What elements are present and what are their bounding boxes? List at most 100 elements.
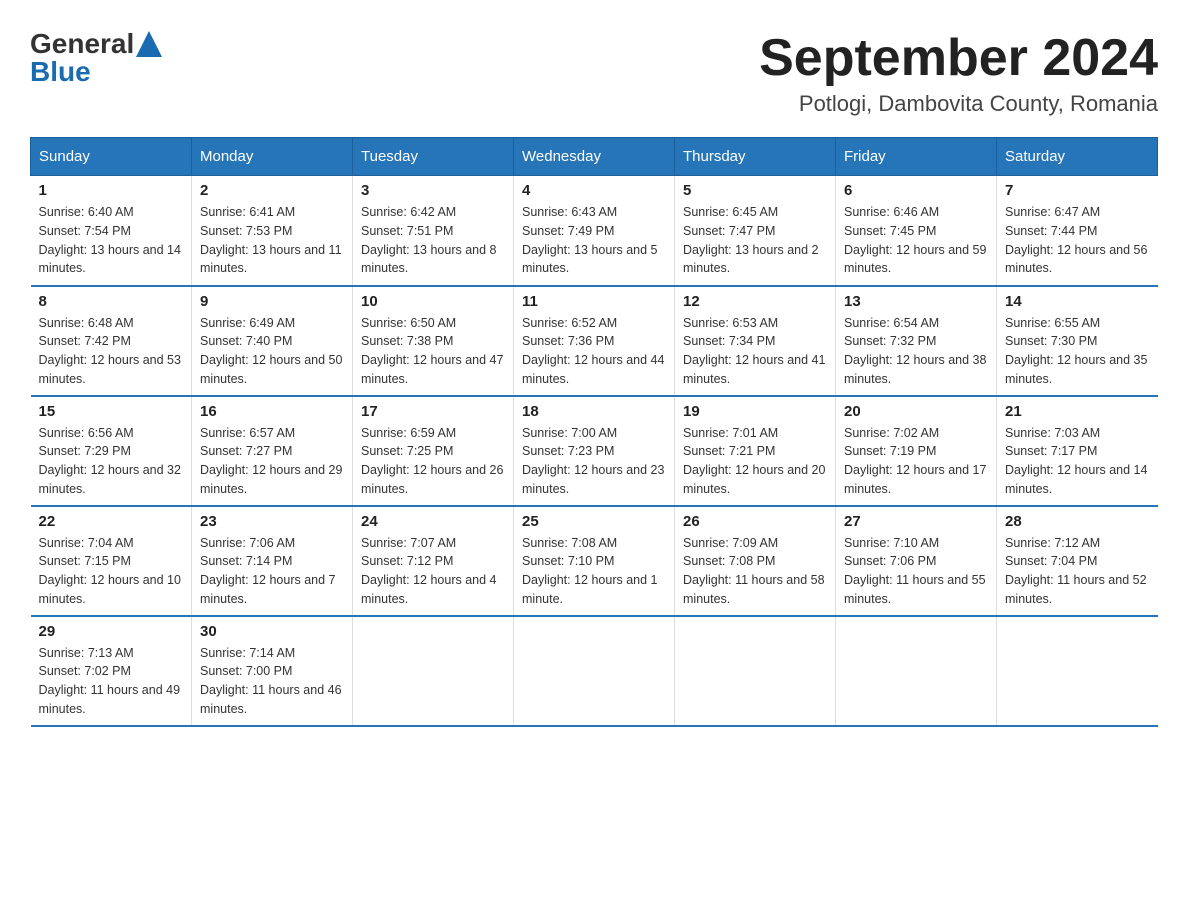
weekday-header-thursday: Thursday bbox=[675, 138, 836, 176]
logo: General bbox=[30, 30, 164, 58]
day-cell-18: 18 Sunrise: 7:00 AMSunset: 7:23 PMDayligh… bbox=[514, 396, 675, 506]
day-number: 18 bbox=[522, 403, 666, 420]
day-cell-15: 15 Sunrise: 6:56 AMSunset: 7:29 PMDayligh… bbox=[31, 396, 192, 506]
day-cell-10: 10 Sunrise: 6:50 AMSunset: 7:38 PMDayligh… bbox=[353, 286, 514, 396]
day-info: Sunrise: 6:57 AMSunset: 7:27 PMDaylight:… bbox=[200, 424, 344, 499]
empty-cell bbox=[836, 616, 997, 726]
day-number: 27 bbox=[844, 513, 988, 530]
day-cell-16: 16 Sunrise: 6:57 AMSunset: 7:27 PMDayligh… bbox=[192, 396, 353, 506]
day-number: 17 bbox=[361, 403, 505, 420]
day-number: 4 bbox=[522, 182, 666, 199]
day-cell-11: 11 Sunrise: 6:52 AMSunset: 7:36 PMDayligh… bbox=[514, 286, 675, 396]
day-info: Sunrise: 7:07 AMSunset: 7:12 PMDaylight:… bbox=[361, 534, 505, 609]
day-cell-21: 21Sunrise: 7:03 AMSunset: 7:17 PMDayligh… bbox=[997, 396, 1158, 506]
day-number: 6 bbox=[844, 182, 988, 199]
day-number: 7 bbox=[1005, 182, 1150, 199]
day-info: Sunrise: 6:43 AMSunset: 7:49 PMDaylight:… bbox=[522, 203, 666, 278]
day-info: Sunrise: 6:50 AMSunset: 7:38 PMDaylight:… bbox=[361, 314, 505, 389]
day-cell-7: 7 Sunrise: 6:47 AMSunset: 7:44 PMDaylight… bbox=[997, 176, 1158, 286]
week-row-3: 15 Sunrise: 6:56 AMSunset: 7:29 PMDayligh… bbox=[31, 396, 1158, 506]
day-info: Sunrise: 6:42 AMSunset: 7:51 PMDaylight:… bbox=[361, 203, 505, 278]
weekday-header-saturday: Saturday bbox=[997, 138, 1158, 176]
day-cell-8: 8 Sunrise: 6:48 AMSunset: 7:42 PMDaylight… bbox=[31, 286, 192, 396]
day-info: Sunrise: 6:45 AMSunset: 7:47 PMDaylight:… bbox=[683, 203, 827, 278]
day-cell-9: 9Sunrise: 6:49 AMSunset: 7:40 PMDaylight… bbox=[192, 286, 353, 396]
day-info: Sunrise: 6:46 AMSunset: 7:45 PMDaylight:… bbox=[844, 203, 988, 278]
day-info: Sunrise: 6:52 AMSunset: 7:36 PMDaylight:… bbox=[522, 314, 666, 389]
day-cell-22: 22 Sunrise: 7:04 AMSunset: 7:15 PMDayligh… bbox=[31, 506, 192, 616]
day-number: 29 bbox=[39, 623, 184, 640]
day-cell-23: 23 Sunrise: 7:06 AMSunset: 7:14 PMDayligh… bbox=[192, 506, 353, 616]
day-cell-29: 29Sunrise: 7:13 AMSunset: 7:02 PMDayligh… bbox=[31, 616, 192, 726]
day-number: 5 bbox=[683, 182, 827, 199]
day-info: Sunrise: 6:55 AMSunset: 7:30 PMDaylight:… bbox=[1005, 314, 1150, 389]
empty-cell bbox=[997, 616, 1158, 726]
day-cell-30: 30Sunrise: 7:14 AMSunset: 7:00 PMDayligh… bbox=[192, 616, 353, 726]
day-info: Sunrise: 6:48 AMSunset: 7:42 PMDaylight:… bbox=[39, 314, 184, 389]
day-cell-2: 2Sunrise: 6:41 AMSunset: 7:53 PMDaylight… bbox=[192, 176, 353, 286]
day-info: Sunrise: 6:47 AMSunset: 7:44 PMDaylight:… bbox=[1005, 203, 1150, 278]
day-number: 25 bbox=[522, 513, 666, 530]
title-area: September 2024 Potlogi, Dambovita County… bbox=[759, 30, 1158, 117]
day-info: Sunrise: 7:08 AMSunset: 7:10 PMDaylight:… bbox=[522, 534, 666, 609]
empty-cell bbox=[675, 616, 836, 726]
logo-triangle-icon bbox=[136, 31, 162, 57]
day-cell-17: 17 Sunrise: 6:59 AMSunset: 7:25 PMDayligh… bbox=[353, 396, 514, 506]
day-cell-25: 25 Sunrise: 7:08 AMSunset: 7:10 PMDayligh… bbox=[514, 506, 675, 616]
day-number: 13 bbox=[844, 293, 988, 310]
day-number: 30 bbox=[200, 623, 344, 640]
day-number: 28 bbox=[1005, 513, 1150, 530]
calendar-title: September 2024 bbox=[759, 30, 1158, 87]
empty-cell bbox=[353, 616, 514, 726]
day-number: 11 bbox=[522, 293, 666, 310]
day-number: 16 bbox=[200, 403, 344, 420]
day-number: 15 bbox=[39, 403, 184, 420]
day-info: Sunrise: 7:01 AMSunset: 7:21 PMDaylight:… bbox=[683, 424, 827, 499]
day-info: Sunrise: 7:10 AMSunset: 7:06 PMDaylight:… bbox=[844, 534, 988, 609]
day-cell-13: 13 Sunrise: 6:54 AMSunset: 7:32 PMDayligh… bbox=[836, 286, 997, 396]
day-number: 10 bbox=[361, 293, 505, 310]
day-cell-14: 14Sunrise: 6:55 AMSunset: 7:30 PMDayligh… bbox=[997, 286, 1158, 396]
logo-blue-text: Blue bbox=[30, 56, 91, 87]
day-info: Sunrise: 6:54 AMSunset: 7:32 PMDaylight:… bbox=[844, 314, 988, 389]
day-number: 1 bbox=[39, 182, 184, 199]
week-row-4: 22 Sunrise: 7:04 AMSunset: 7:15 PMDayligh… bbox=[31, 506, 1158, 616]
day-info: Sunrise: 7:04 AMSunset: 7:15 PMDaylight:… bbox=[39, 534, 184, 609]
day-number: 26 bbox=[683, 513, 827, 530]
day-info: Sunrise: 7:06 AMSunset: 7:14 PMDaylight:… bbox=[200, 534, 344, 609]
day-cell-4: 4 Sunrise: 6:43 AMSunset: 7:49 PMDaylight… bbox=[514, 176, 675, 286]
day-number: 24 bbox=[361, 513, 505, 530]
day-number: 22 bbox=[39, 513, 184, 530]
weekday-header-monday: Monday bbox=[192, 138, 353, 176]
day-number: 12 bbox=[683, 293, 827, 310]
weekday-header-wednesday: Wednesday bbox=[514, 138, 675, 176]
day-info: Sunrise: 6:40 AMSunset: 7:54 PMDaylight:… bbox=[39, 203, 184, 278]
day-info: Sunrise: 7:00 AMSunset: 7:23 PMDaylight:… bbox=[522, 424, 666, 499]
day-info: Sunrise: 7:02 AMSunset: 7:19 PMDaylight:… bbox=[844, 424, 988, 499]
empty-cell bbox=[514, 616, 675, 726]
day-info: Sunrise: 7:03 AMSunset: 7:17 PMDaylight:… bbox=[1005, 424, 1150, 499]
weekday-header-tuesday: Tuesday bbox=[353, 138, 514, 176]
day-info: Sunrise: 6:49 AMSunset: 7:40 PMDaylight:… bbox=[200, 314, 344, 389]
day-cell-19: 19Sunrise: 7:01 AMSunset: 7:21 PMDayligh… bbox=[675, 396, 836, 506]
day-cell-24: 24 Sunrise: 7:07 AMSunset: 7:12 PMDayligh… bbox=[353, 506, 514, 616]
day-cell-6: 6 Sunrise: 6:46 AMSunset: 7:45 PMDaylight… bbox=[836, 176, 997, 286]
day-cell-5: 5 Sunrise: 6:45 AMSunset: 7:47 PMDaylight… bbox=[675, 176, 836, 286]
day-number: 23 bbox=[200, 513, 344, 530]
day-info: Sunrise: 6:53 AMSunset: 7:34 PMDaylight:… bbox=[683, 314, 827, 389]
triangle-svg bbox=[136, 31, 162, 57]
day-info: Sunrise: 7:09 AMSunset: 7:08 PMDaylight:… bbox=[683, 534, 827, 609]
day-cell-27: 27 Sunrise: 7:10 AMSunset: 7:06 PMDayligh… bbox=[836, 506, 997, 616]
day-cell-20: 20Sunrise: 7:02 AMSunset: 7:19 PMDayligh… bbox=[836, 396, 997, 506]
day-number: 8 bbox=[39, 293, 184, 310]
calendar-table: SundayMondayTuesdayWednesdayThursdayFrid… bbox=[30, 137, 1158, 727]
day-cell-28: 28Sunrise: 7:12 AMSunset: 7:04 PMDayligh… bbox=[997, 506, 1158, 616]
day-info: Sunrise: 6:56 AMSunset: 7:29 PMDaylight:… bbox=[39, 424, 184, 499]
day-number: 2 bbox=[200, 182, 344, 199]
day-cell-12: 12 Sunrise: 6:53 AMSunset: 7:34 PMDayligh… bbox=[675, 286, 836, 396]
week-row-2: 8 Sunrise: 6:48 AMSunset: 7:42 PMDaylight… bbox=[31, 286, 1158, 396]
day-number: 3 bbox=[361, 182, 505, 199]
day-cell-3: 3 Sunrise: 6:42 AMSunset: 7:51 PMDaylight… bbox=[353, 176, 514, 286]
day-cell-1: 1 Sunrise: 6:40 AMSunset: 7:54 PMDaylight… bbox=[31, 176, 192, 286]
day-info: Sunrise: 6:59 AMSunset: 7:25 PMDaylight:… bbox=[361, 424, 505, 499]
